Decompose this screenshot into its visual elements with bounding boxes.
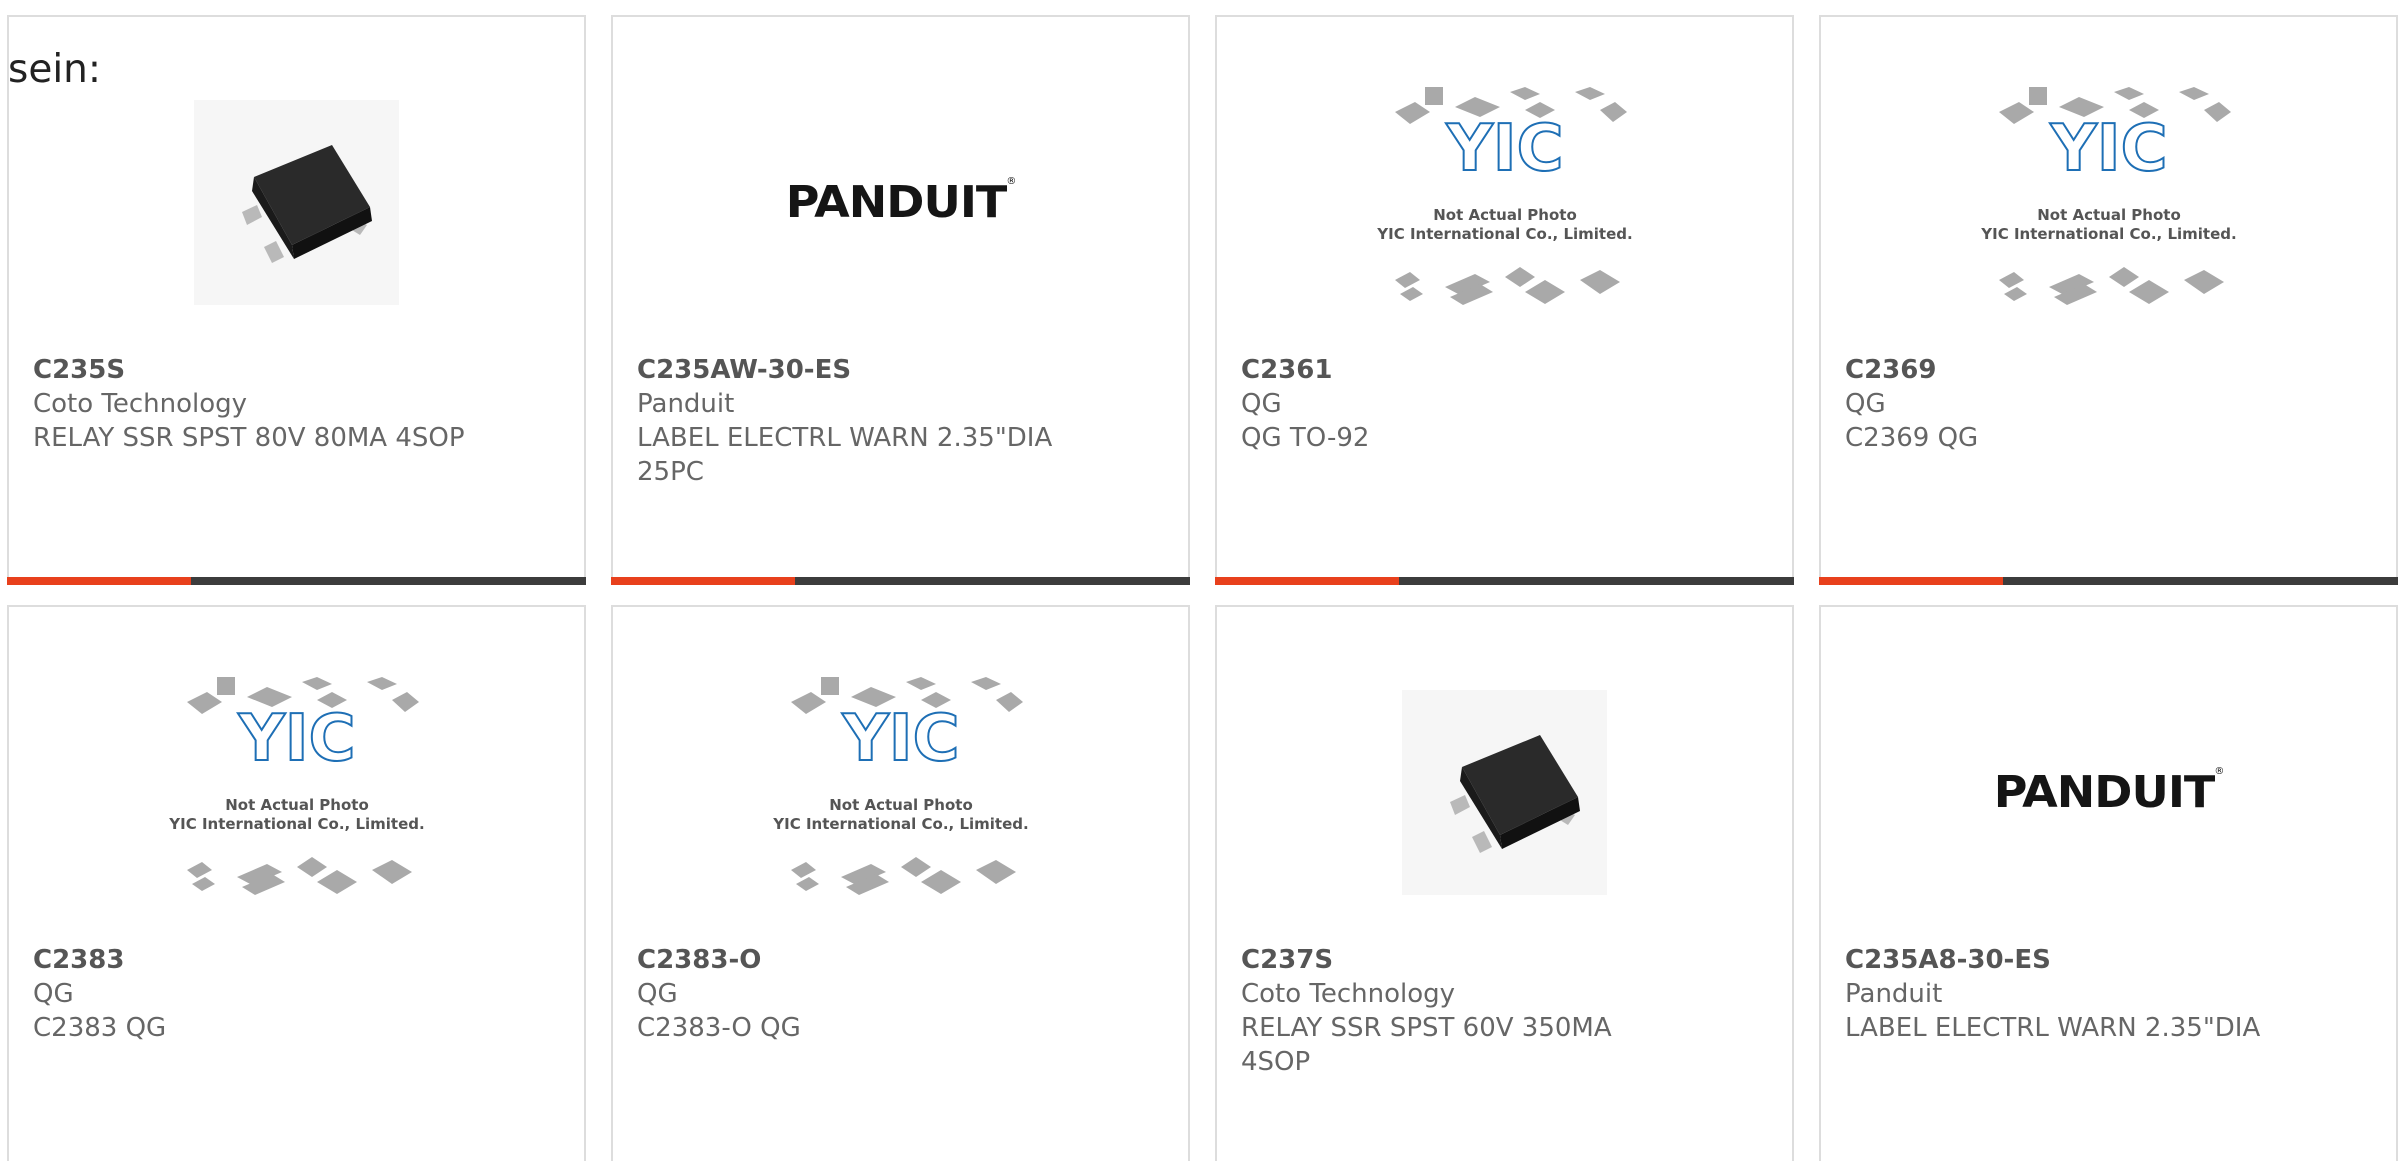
- product-info: C2369 QG C2369 QG: [1845, 353, 2285, 455]
- svg-text:YIC International Co., Limited: YIC International Co., Limited.: [772, 815, 1028, 833]
- description: RELAY SSR SPST 80V 80MA 4SOP: [33, 423, 465, 453]
- card-bottom-bar: [7, 577, 586, 585]
- description: C2369 QG: [1845, 423, 1979, 453]
- svg-text:YIC International Co., Limited: YIC International Co., Limited.: [168, 815, 424, 833]
- description: LABEL ELECTRL WARN 2.35"DIA: [1845, 1013, 2261, 1043]
- manufacturer: QG: [1241, 389, 1282, 419]
- product-card[interactable]: C237S Coto Technology RELAY SSR SPST 60V…: [1215, 605, 1794, 1161]
- svg-text:Not Actual Photo: Not Actual Photo: [2037, 206, 2181, 224]
- svg-text:YIC International Co., Limited: YIC International Co., Limited.: [1376, 225, 1632, 243]
- svg-text:YIC: YIC: [237, 702, 355, 776]
- relay-chip-photo: [194, 99, 399, 305]
- product-info: C237S Coto Technology RELAY SSR SPST 60V…: [1241, 943, 1681, 1079]
- card-bottom-bar: [1819, 577, 2398, 585]
- bar-accent: [7, 577, 191, 585]
- product-image[interactable]: [9, 77, 584, 327]
- svg-text:Not Actual Photo: Not Actual Photo: [1433, 206, 1577, 224]
- manufacturer: QG: [33, 979, 74, 1009]
- product-card[interactable]: PANDUIT® C235AW-30-ES Panduit LABEL ELEC…: [611, 15, 1190, 585]
- bar-accent: [611, 577, 795, 585]
- manufacturer: QG: [1845, 389, 1886, 419]
- product-info: C2383 QG C2383 QG: [33, 943, 473, 1045]
- part-number[interactable]: C235S: [33, 353, 473, 387]
- yic-placeholder-image: YIC Not Actual Photo YIC International C…: [168, 677, 424, 895]
- part-number[interactable]: C2383: [33, 943, 473, 977]
- product-card[interactable]: C235S Coto Technology RELAY SSR SPST 80V…: [7, 15, 586, 585]
- product-info: C2361 QG QG TO-92: [1241, 353, 1681, 455]
- description: C2383-O QG: [637, 1013, 801, 1043]
- yic-placeholder-image: YIC Not Actual Photo YIC International C…: [1376, 87, 1632, 305]
- intro-text: sein:: [8, 47, 102, 92]
- product-card[interactable]: PANDUIT® C235A8-30-ES Panduit LABEL ELEC…: [1819, 605, 2398, 1161]
- description: RELAY SSR SPST 60V 350MA 4SOP: [1241, 1013, 1612, 1077]
- product-info: C2383-O QG C2383-O QG: [637, 943, 1077, 1045]
- description: C2383 QG: [33, 1013, 167, 1043]
- svg-text:YIC International Co., Limited: YIC International Co., Limited.: [1980, 225, 2236, 243]
- product-image[interactable]: YIC Not Actual Photo YIC International C…: [613, 667, 1188, 917]
- part-number[interactable]: C235AW-30-ES: [637, 353, 1077, 387]
- product-card[interactable]: YIC Not Actual Photo YIC International C…: [1215, 15, 1794, 585]
- svg-text:YIC: YIC: [841, 702, 959, 776]
- manufacturer: Panduit: [1845, 979, 1943, 1009]
- product-image[interactable]: YIC Not Actual Photo YIC International C…: [1217, 77, 1792, 327]
- product-card[interactable]: YIC Not Actual Photo YIC International C…: [1819, 15, 2398, 585]
- manufacturer: Panduit: [637, 389, 735, 419]
- product-image[interactable]: PANDUIT®: [613, 77, 1188, 327]
- product-info: C235A8-30-ES Panduit LABEL ELECTRL WARN …: [1845, 943, 2285, 1045]
- product-image[interactable]: YIC Not Actual Photo YIC International C…: [1821, 77, 2396, 327]
- svg-text:Not Actual Photo: Not Actual Photo: [829, 796, 973, 814]
- product-image[interactable]: [1217, 667, 1792, 917]
- product-image[interactable]: YIC Not Actual Photo YIC International C…: [9, 667, 584, 917]
- relay-chip-photo: [1402, 689, 1607, 895]
- manufacturer: QG: [637, 979, 678, 1009]
- svg-text:YIC: YIC: [2049, 112, 2167, 186]
- yic-placeholder-image: YIC Not Actual Photo YIC International C…: [772, 677, 1028, 895]
- product-info: C235AW-30-ES Panduit LABEL ELECTRL WARN …: [637, 353, 1077, 489]
- product-image[interactable]: PANDUIT®: [1821, 667, 2396, 917]
- card-bottom-bar: [1215, 577, 1794, 585]
- panduit-logo: PANDUIT®: [785, 176, 1017, 228]
- product-card[interactable]: YIC Not Actual Photo YIC International C…: [7, 605, 586, 1161]
- product-card[interactable]: YIC Not Actual Photo YIC International C…: [611, 605, 1190, 1161]
- svg-text:YIC: YIC: [1445, 112, 1563, 186]
- panduit-logo: PANDUIT®: [1993, 766, 2225, 818]
- part-number[interactable]: C2369: [1845, 353, 2285, 387]
- description: LABEL ELECTRL WARN 2.35"DIA 25PC: [637, 423, 1053, 487]
- part-number[interactable]: C2361: [1241, 353, 1681, 387]
- part-number[interactable]: C2383-O: [637, 943, 1077, 977]
- product-grid: C235S Coto Technology RELAY SSR SPST 80V…: [7, 15, 2400, 1161]
- manufacturer: Coto Technology: [1241, 979, 1456, 1009]
- manufacturer: Coto Technology: [33, 389, 248, 419]
- card-bottom-bar: [611, 577, 1190, 585]
- svg-text:Not Actual Photo: Not Actual Photo: [225, 796, 369, 814]
- yic-placeholder-image: YIC Not Actual Photo YIC International C…: [1980, 87, 2236, 305]
- bar-accent: [1215, 577, 1399, 585]
- product-info: C235S Coto Technology RELAY SSR SPST 80V…: [33, 353, 473, 455]
- product-grid-page: sein: C235S Coto Technology RELAY SSR SP…: [0, 0, 2400, 1161]
- bar-accent: [1819, 577, 2003, 585]
- part-number[interactable]: C237S: [1241, 943, 1681, 977]
- description: QG TO-92: [1241, 423, 1370, 453]
- part-number[interactable]: C235A8-30-ES: [1845, 943, 2285, 977]
